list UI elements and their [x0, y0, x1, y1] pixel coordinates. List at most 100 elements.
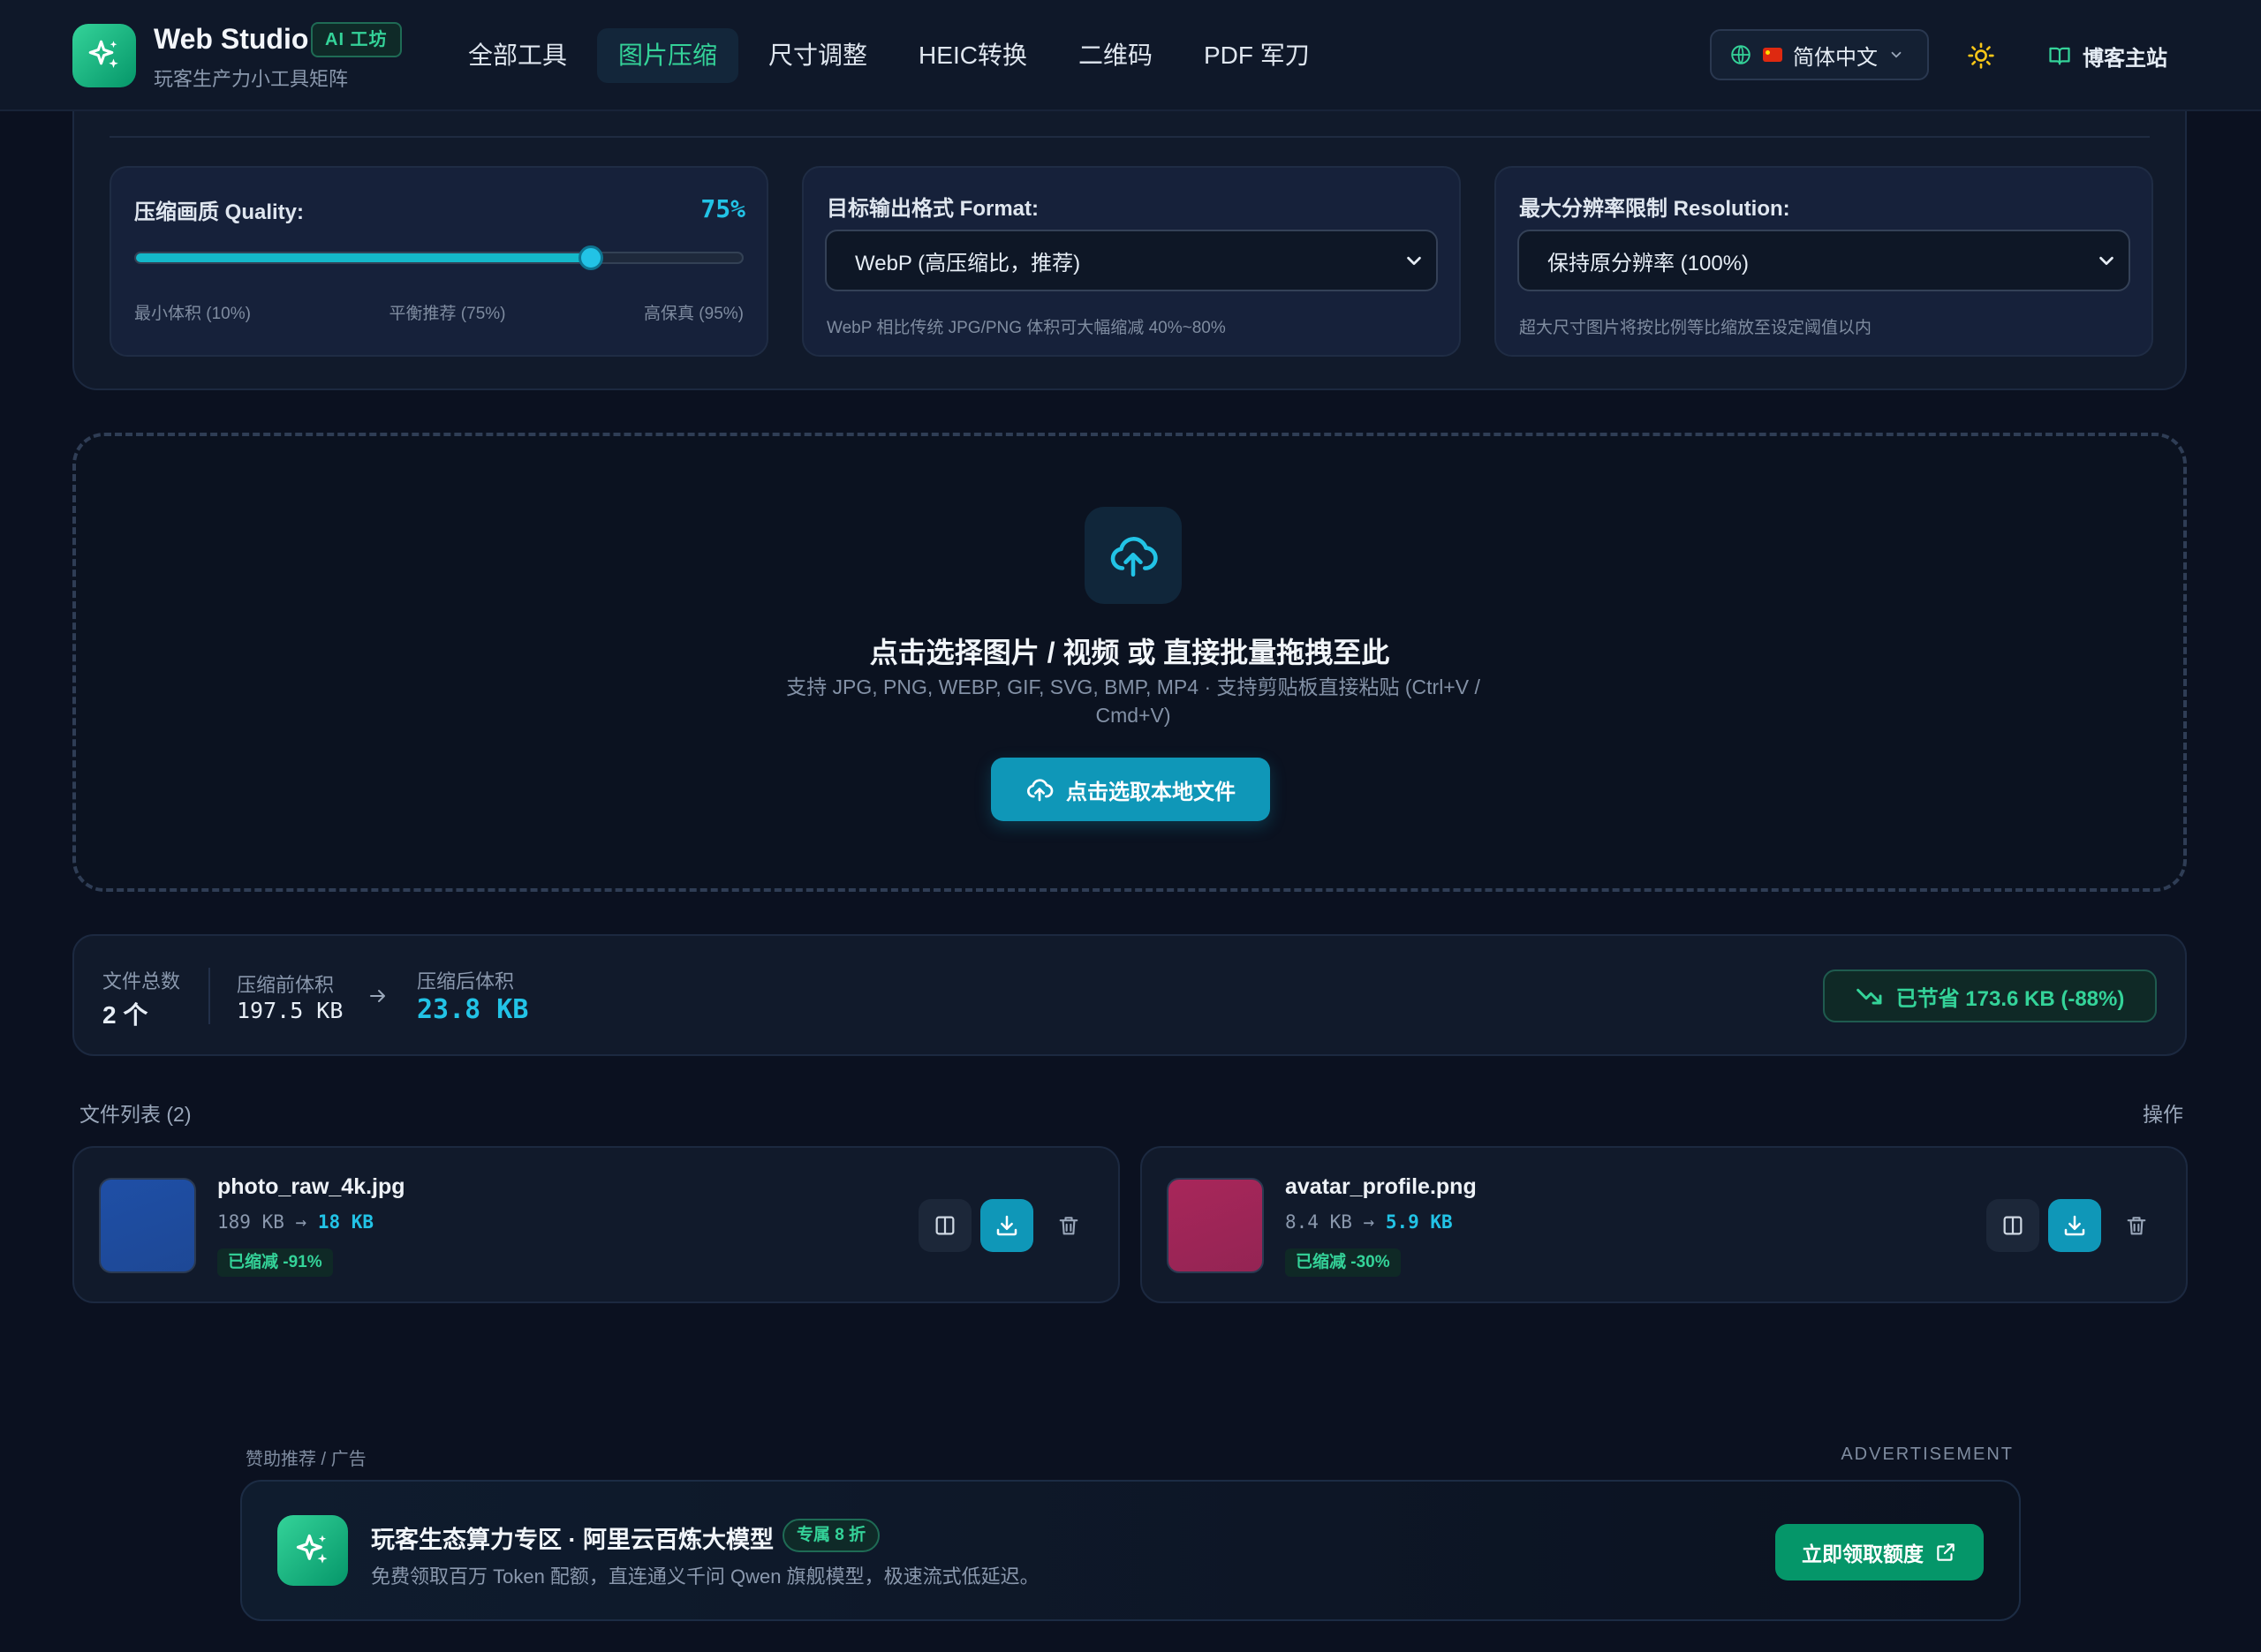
sun-icon	[1968, 42, 1994, 69]
arrow-icon: →	[295, 1211, 318, 1233]
format-select[interactable]: WebP (高压缩比，推荐)	[825, 230, 1438, 291]
saved-text: 已节省 173.6 KB (-88%)	[1895, 986, 2125, 1011]
after-size-label: 压缩后体积	[417, 970, 515, 992]
nav-image-compress[interactable]: 图片压缩	[597, 28, 739, 83]
upload-icon-box	[1085, 507, 1182, 604]
quality-slider-thumb[interactable]	[578, 245, 603, 270]
quality-slider[interactable]	[134, 245, 744, 270]
compressed-size: 18 KB	[317, 1211, 374, 1233]
quality-card: 压缩画质 Quality: 75% 最小体积 (10%) 平衡推荐 (75%) …	[110, 166, 768, 357]
total-files-label: 文件总数	[102, 970, 181, 992]
language-select[interactable]: 简体中文	[1710, 29, 1929, 80]
arrow-icon: →	[1363, 1211, 1386, 1233]
file-card: avatar_profile.png 8.4 KB → 5.9 KB 已缩减 -…	[1140, 1146, 2188, 1303]
compressed-size: 5.9 KB	[1385, 1211, 1453, 1233]
quality-value: 75%	[700, 194, 745, 223]
upload-dropzone[interactable]: 点击选择图片 / 视频 或 直接批量拖拽至此 支持 JPG, PNG, WEBP…	[72, 433, 2187, 892]
file-name: photo_raw_4k.jpg	[217, 1174, 405, 1199]
quality-mid-label: 平衡推荐 (75%)	[389, 305, 506, 323]
total-files-value: 2 个	[102, 1001, 148, 1029]
delete-button[interactable]	[2110, 1199, 2163, 1252]
trash-icon	[2127, 1217, 2146, 1235]
logo[interactable]	[72, 24, 136, 87]
ad-label: 赞助推荐 / 广告	[246, 1450, 367, 1469]
file-card: photo_raw_4k.jpg 189 KB → 18 KB 已缩减 -91%	[72, 1146, 1120, 1303]
settings-divider	[110, 136, 2150, 138]
download-icon	[996, 1215, 1017, 1236]
language-label: 简体中文	[1793, 45, 1878, 70]
dropzone-title: 点击选择图片 / 视频 或 直接批量拖拽至此	[869, 637, 1390, 668]
ad-tag: ADVERTISEMENT	[1841, 1445, 2014, 1464]
resolution-card: 最大分辨率限制 Resolution: 保持原分辨率 (100%) 超大尺寸图片…	[1494, 166, 2153, 357]
reduction-badge: 已缩减 -91%	[217, 1248, 333, 1277]
stats-divider	[208, 968, 210, 1024]
globe-icon	[1731, 45, 1751, 64]
file-sizes: 8.4 KB → 5.9 KB	[1285, 1211, 1453, 1233]
download-icon	[2064, 1215, 2085, 1236]
china-flag-icon	[1763, 48, 1782, 62]
main-nav: 全部工具 图片压缩 尺寸调整 HEIC转换 二维码 PDF 军刀	[447, 28, 1331, 83]
ad-discount-badge: 专属 8 折	[783, 1519, 881, 1552]
claim-quota-button[interactable]: 立即领取额度	[1775, 1524, 1984, 1580]
saved-badge: 已节省 173.6 KB (-88%)	[1823, 969, 2157, 1022]
file-name: avatar_profile.png	[1285, 1174, 1477, 1199]
before-size-value: 197.5 KB	[237, 998, 344, 1023]
download-button[interactable]	[2048, 1199, 2101, 1252]
compare-button[interactable]	[1986, 1199, 2039, 1252]
external-link-icon	[1937, 1543, 1955, 1561]
resolution-selected: 保持原分辨率 (100%)	[1547, 251, 1750, 275]
brand-badge: AI 工坊	[311, 22, 402, 57]
delete-button[interactable]	[1042, 1199, 1095, 1252]
resolution-hint: 超大尺寸图片将按比例等比缩放至设定阈值以内	[1519, 319, 1872, 337]
blog-link[interactable]: 博客主站	[2047, 35, 2167, 76]
resolution-select[interactable]: 保持原分辨率 (100%)	[1517, 230, 2130, 291]
sparkles-icon	[88, 40, 118, 68]
format-selected: WebP (高压缩比，推荐)	[855, 251, 1081, 275]
trash-icon	[1059, 1217, 1078, 1235]
select-file-label: 点击选取本地文件	[1066, 780, 1236, 804]
file-list-action-header: 操作	[2143, 1103, 2183, 1126]
columns-icon	[935, 1216, 955, 1235]
chevron-down-icon	[1407, 256, 1421, 266]
file-thumbnail[interactable]	[99, 1178, 196, 1273]
nav-qrcode[interactable]: 二维码	[1057, 28, 1174, 83]
original-size: 189 KB	[217, 1211, 284, 1233]
download-button[interactable]	[980, 1199, 1033, 1252]
nav-resize[interactable]: 尺寸调整	[747, 28, 889, 83]
after-size-value: 23.8 KB	[417, 994, 529, 1025]
book-open-icon	[2049, 47, 2070, 65]
original-size: 8.4 KB	[1285, 1211, 1352, 1233]
reduction-badge: 已缩减 -30%	[1285, 1248, 1401, 1277]
brand-title: Web Studio	[154, 23, 309, 55]
arrow-right-icon	[370, 990, 385, 1002]
file-sizes: 189 KB → 18 KB	[217, 1211, 374, 1233]
columns-icon	[2003, 1216, 2023, 1235]
nav-all-tools[interactable]: 全部工具	[447, 28, 588, 83]
nav-heic[interactable]: HEIC转换	[897, 28, 1048, 83]
format-card: 目标输出格式 Format: WebP (高压缩比，推荐) WebP 相比传统 …	[802, 166, 1461, 357]
format-hint: WebP 相比传统 JPG/PNG 体积可大幅缩减 40%~80%	[827, 319, 1226, 337]
ad-banner[interactable]: 玩客生态算力专区 · 阿里云百炼大模型 专属 8 折 免费领取百万 Token …	[240, 1480, 2021, 1621]
top-header: Web Studio AI 工坊 玩客生产力小工具矩阵 全部工具 图片压缩 尺寸…	[0, 0, 2261, 111]
compare-button[interactable]	[919, 1199, 972, 1252]
dropzone-subtitle: 支持 JPG, PNG, WEBP, GIF, SVG, BMP, MP4 · …	[786, 675, 1480, 727]
theme-toggle[interactable]	[1961, 35, 2001, 76]
sparkles-icon	[296, 1534, 328, 1564]
select-file-button[interactable]: 点击选取本地文件	[991, 758, 1270, 821]
brand-subtitle: 玩客生产力小工具矩阵	[154, 68, 349, 90]
quality-scale: 最小体积 (10%) 平衡推荐 (75%) 高保真 (95%)	[134, 300, 744, 324]
ad-title: 玩客生态算力专区 · 阿里云百炼大模型	[371, 1527, 774, 1553]
cloud-upload-icon	[1027, 779, 1054, 802]
file-thumbnail[interactable]	[1167, 1178, 1264, 1273]
format-label: 目标输出格式 Format:	[827, 197, 1039, 221]
quality-label: 压缩画质 Quality:	[134, 200, 305, 224]
before-size-label: 压缩前体积	[237, 974, 335, 996]
blog-link-label: 博客主站	[2083, 46, 2167, 71]
quality-slider-fill	[136, 253, 591, 262]
quality-max-label: 高保真 (95%)	[644, 305, 744, 323]
resolution-label: 最大分辨率限制 Resolution:	[1519, 197, 1790, 221]
ad-description: 免费领取百万 Token 配额，直连通义千问 Qwen 旗舰模型，极速流式低延迟…	[371, 1565, 1040, 1588]
nav-pdf[interactable]: PDF 军刀	[1183, 28, 1331, 83]
claim-quota-label: 立即领取额度	[1802, 1543, 1924, 1565]
chevron-down-icon	[2099, 256, 2114, 266]
